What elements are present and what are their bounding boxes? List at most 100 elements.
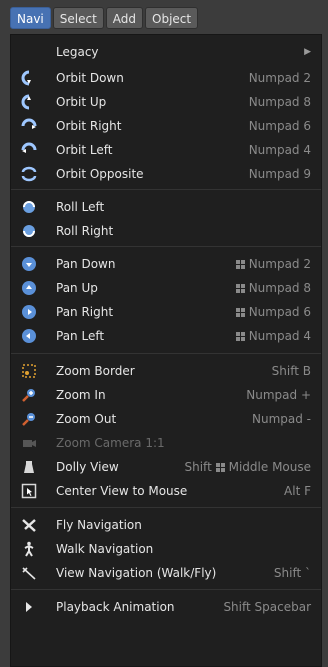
windows-key-icon xyxy=(235,330,245,341)
roll-left-icon xyxy=(21,199,37,215)
menu-separator xyxy=(11,246,321,247)
menu-item-pan-down[interactable]: Pan Down Numpad 2 xyxy=(11,254,321,274)
tab-object[interactable]: Object xyxy=(145,7,199,29)
shortcut-text: Numpad 4 xyxy=(248,143,311,157)
zoom-camera-icon xyxy=(21,435,37,451)
shortcut-text: Numpad 8 xyxy=(235,281,311,295)
shortcut-text: Shift ` xyxy=(273,566,311,580)
menu-item-roll-right[interactable]: Roll Right xyxy=(11,221,321,241)
shortcut-text: Shift Spacebar xyxy=(223,600,311,614)
shortcut-text: Shift B xyxy=(271,364,311,378)
menu-item-label: Pan Down xyxy=(56,257,116,271)
tab-navi[interactable]: Navi xyxy=(10,7,51,29)
view-navigation-icon xyxy=(21,565,37,581)
windows-key-icon xyxy=(235,306,245,317)
windows-key-icon xyxy=(215,461,225,472)
pan-up-icon xyxy=(21,280,37,296)
menu-item-label: Zoom Border xyxy=(56,364,135,378)
menu-separator xyxy=(11,507,321,508)
pan-down-icon xyxy=(21,256,37,272)
menu-item-label: Orbit Left xyxy=(56,143,113,157)
pan-left-icon xyxy=(21,328,37,344)
zoom-out-icon xyxy=(21,411,37,427)
menu-item-orbit-right[interactable]: Orbit Right Numpad 6 xyxy=(11,116,321,136)
orbit-right-icon xyxy=(21,118,37,134)
shortcut-text: Numpad 2 xyxy=(248,71,311,85)
orbit-down-icon xyxy=(21,70,37,86)
submenu-arrow-icon: ▶ xyxy=(304,47,311,57)
menu-item-label: Walk Navigation xyxy=(56,542,154,556)
menu-item-orbit-left[interactable]: Orbit Left Numpad 4 xyxy=(11,140,321,160)
menu-item-dolly-view[interactable]: Dolly View Shift Middle Mouse xyxy=(11,457,321,477)
menu-item-zoom-camera: Zoom Camera 1:1 xyxy=(11,433,321,453)
menu-item-label: View Navigation (Walk/Fly) xyxy=(56,566,217,580)
menu-item-label: Legacy xyxy=(56,45,99,59)
tab-select[interactable]: Select xyxy=(52,7,104,29)
menu-item-label: Roll Right xyxy=(56,224,114,238)
zoom-in-icon xyxy=(21,387,37,403)
header-bar: Navi Select Add Object xyxy=(0,0,328,34)
menu-separator xyxy=(11,353,321,354)
shortcut-modifier: Shift xyxy=(184,460,212,474)
zoom-border-icon xyxy=(21,363,37,379)
menu-item-pan-left[interactable]: Pan Left Numpad 4 xyxy=(11,326,321,346)
header-tabs: Navi Select Add Object xyxy=(10,7,199,29)
shortcut-text: Numpad 4 xyxy=(235,329,311,343)
menu-item-orbit-down[interactable]: Orbit Down Numpad 2 xyxy=(11,68,321,88)
menu-item-fly-navigation[interactable]: Fly Navigation xyxy=(11,515,321,535)
dolly-view-icon xyxy=(21,459,37,475)
shortcut-text: Numpad + xyxy=(246,388,311,402)
shortcut-key: Numpad 2 xyxy=(248,257,311,271)
shortcut-text: Numpad 9 xyxy=(248,167,311,181)
menu-item-roll-left[interactable]: Roll Left xyxy=(11,197,321,217)
shortcut-text: Numpad 6 xyxy=(235,305,311,319)
menu-item-label: Roll Left xyxy=(56,200,105,214)
menu-item-label: Zoom Camera 1:1 xyxy=(56,436,165,450)
shortcut-text: Alt F xyxy=(284,484,311,498)
shortcut-key: Numpad 4 xyxy=(248,329,311,343)
menu-item-label: Dolly View xyxy=(56,460,119,474)
orbit-left-icon xyxy=(21,142,37,158)
menu-item-legacy[interactable]: Legacy ▶ xyxy=(11,42,321,62)
menu-item-center-view[interactable]: Center View to Mouse Alt F xyxy=(11,481,321,501)
menu-item-playback-animation[interactable]: Playback Animation Shift Spacebar xyxy=(11,597,321,617)
fly-navigation-icon xyxy=(21,517,37,533)
shortcut-text: Numpad - xyxy=(251,412,311,426)
menu-item-label: Pan Left xyxy=(56,329,105,343)
shortcut-key: Numpad 6 xyxy=(248,305,311,319)
menu-item-label: Orbit Up xyxy=(56,95,107,109)
menu-item-zoom-out[interactable]: Zoom Out Numpad - xyxy=(11,409,321,429)
menu-item-label: Pan Right xyxy=(56,305,114,319)
menu-item-pan-right[interactable]: Pan Right Numpad 6 xyxy=(11,302,321,322)
menu-item-orbit-opposite[interactable]: Orbit Opposite Numpad 9 xyxy=(11,164,321,184)
navi-dropdown-menu: Legacy ▶ Orbit Down Numpad 2 Orbit Up Nu… xyxy=(10,34,322,667)
shortcut-text: Numpad 2 xyxy=(235,257,311,271)
orbit-up-icon xyxy=(21,94,37,110)
menu-item-zoom-border[interactable]: Zoom Border Shift B xyxy=(11,361,321,381)
menu-item-label: Center View to Mouse xyxy=(56,484,188,498)
menu-item-label: Zoom Out xyxy=(56,412,117,426)
windows-key-icon xyxy=(235,282,245,293)
roll-right-icon xyxy=(21,223,37,239)
menu-item-orbit-up[interactable]: Orbit Up Numpad 8 xyxy=(11,92,321,112)
play-icon xyxy=(21,599,37,615)
walk-navigation-icon xyxy=(21,541,37,557)
menu-item-label: Fly Navigation xyxy=(56,518,142,532)
menu-item-walk-navigation[interactable]: Walk Navigation xyxy=(11,539,321,559)
menu-separator xyxy=(11,189,321,190)
menu-item-label: Pan Up xyxy=(56,281,98,295)
menu-item-label: Playback Animation xyxy=(56,600,175,614)
menu-item-zoom-in[interactable]: Zoom In Numpad + xyxy=(11,385,321,405)
shortcut-text: Shift Middle Mouse xyxy=(185,460,312,474)
pan-right-icon xyxy=(21,304,37,320)
menu-item-label: Orbit Right xyxy=(56,119,122,133)
menu-separator xyxy=(11,589,321,590)
menu-item-label: Zoom In xyxy=(56,388,106,402)
menu-item-label: Orbit Down xyxy=(56,71,124,85)
shortcut-text: Numpad 8 xyxy=(248,95,311,109)
menu-item-view-navigation[interactable]: View Navigation (Walk/Fly) Shift ` xyxy=(11,563,321,583)
menu-item-pan-up[interactable]: Pan Up Numpad 8 xyxy=(11,278,321,298)
orbit-opposite-icon xyxy=(21,166,37,182)
menu-item-label: Orbit Opposite xyxy=(56,167,144,181)
tab-add[interactable]: Add xyxy=(105,7,144,29)
